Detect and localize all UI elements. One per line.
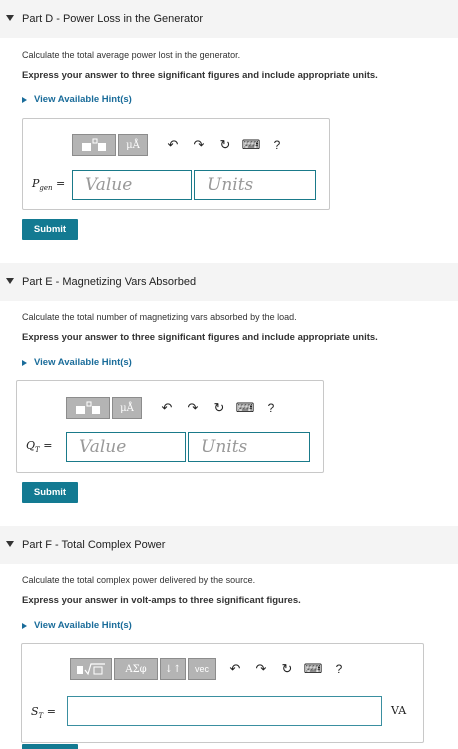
part-f-answer-input[interactable] <box>67 696 382 726</box>
templates-button[interactable] <box>72 134 116 156</box>
greek-symbols-button[interactable]: ΑΣφ <box>114 658 158 680</box>
part-e-instruction: Express your answer to three significant… <box>22 332 378 343</box>
units-symbol-button[interactable]: μÅ <box>112 397 142 419</box>
vector-button[interactable]: vec <box>188 658 216 680</box>
sqrt-templates-button[interactable] <box>70 658 112 680</box>
help-icon[interactable]: ? <box>326 658 352 680</box>
part-e-title: - Magnetizing Vars Absorbed <box>52 276 197 288</box>
part-f-title: - Total Complex Power <box>51 539 166 551</box>
keyboard-icon[interactable]: ⌨ <box>238 134 264 156</box>
part-d-units-input[interactable]: Units <box>194 170 316 200</box>
part-f-answer-box: ΑΣφ ↓↑ vec ↶ ↷ ↻ ⌨ ? ST = VA <box>21 643 424 743</box>
part-d-header[interactable]: Part D - Power Loss in the Generator <box>0 0 458 38</box>
keyboard-icon[interactable]: ⌨ <box>232 397 258 419</box>
part-f-toolbar: ΑΣφ ↓↑ vec ↶ ↷ ↻ ⌨ ? <box>70 658 352 680</box>
part-e-hint-link[interactable]: View Available Hint(s) <box>22 357 132 368</box>
keyboard-icon[interactable]: ⌨ <box>300 658 326 680</box>
units-symbol-button[interactable]: μÅ <box>118 134 148 156</box>
redo-icon[interactable]: ↷ <box>248 658 274 680</box>
reset-icon[interactable]: ↻ <box>212 134 238 156</box>
part-d-submit-button[interactable]: Submit <box>22 219 78 240</box>
part-f-header[interactable]: Part F - Total Complex Power <box>0 526 458 564</box>
part-f-instruction: Express your answer in volt-amps to thre… <box>22 595 301 606</box>
part-e-value-input[interactable]: Value <box>66 432 186 462</box>
part-d-hint-link[interactable]: View Available Hint(s) <box>22 94 132 105</box>
collapse-triangle-icon <box>6 15 14 21</box>
part-e-toolbar: μÅ ↶ ↷ ↻ ⌨ ? <box>66 397 284 419</box>
hint-caret-icon <box>22 96 27 103</box>
part-d-toolbar: μÅ ↶ ↷ ↻ ⌨ ? <box>72 134 290 156</box>
hint-caret-icon <box>22 622 27 629</box>
undo-icon[interactable]: ↶ <box>154 397 180 419</box>
part-d-instruction: Express your answer to three significant… <box>22 70 378 81</box>
part-f-hint-link[interactable]: View Available Hint(s) <box>22 620 132 631</box>
part-d-title: - Power Loss in the Generator <box>53 13 203 25</box>
part-f-unit-label: VA <box>391 704 407 717</box>
reset-icon[interactable]: ↻ <box>274 658 300 680</box>
help-icon[interactable]: ? <box>264 134 290 156</box>
part-d-question: Calculate the total average power lost i… <box>22 50 241 60</box>
part-e-answer-box: μÅ ↶ ↷ ↻ ⌨ ? QT = Value Units <box>16 380 324 473</box>
collapse-triangle-icon <box>6 278 14 284</box>
part-e-units-input[interactable]: Units <box>188 432 310 462</box>
templates-icon <box>76 401 100 414</box>
arrows-button[interactable]: ↓↑ <box>160 658 186 680</box>
help-icon[interactable]: ? <box>258 397 284 419</box>
part-e-header[interactable]: Part E - Magnetizing Vars Absorbed <box>0 263 458 301</box>
part-f-hint-label: View Available Hint(s) <box>34 620 132 631</box>
redo-icon[interactable]: ↷ <box>180 397 206 419</box>
part-e-submit-button[interactable]: Submit <box>22 482 78 503</box>
part-f-label: Part F <box>22 539 52 551</box>
part-e-label: Part E <box>22 276 53 288</box>
q-t-variable: QT = <box>26 439 53 455</box>
templates-icon <box>82 138 106 151</box>
hint-caret-icon <box>22 359 27 366</box>
collapse-triangle-icon <box>6 541 14 547</box>
part-f-question: Calculate the total complex power delive… <box>22 575 256 585</box>
part-d-hint-label: View Available Hint(s) <box>34 94 132 105</box>
reset-icon[interactable]: ↻ <box>206 397 232 419</box>
part-d-answer-box: μÅ ↶ ↷ ↻ ⌨ ? Pgen = Value Units <box>22 118 330 210</box>
sqrt-templates-icon <box>77 663 105 676</box>
p-gen-variable: Pgen = <box>32 177 66 193</box>
part-e-hint-label: View Available Hint(s) <box>34 357 132 368</box>
part-f-submit-button[interactable] <box>22 744 78 749</box>
templates-button[interactable] <box>66 397 110 419</box>
part-d-label: Part D <box>22 13 54 25</box>
part-d-value-input[interactable]: Value <box>72 170 192 200</box>
undo-icon[interactable]: ↶ <box>222 658 248 680</box>
undo-icon[interactable]: ↶ <box>160 134 186 156</box>
s-t-variable: ST = <box>31 705 56 721</box>
redo-icon[interactable]: ↷ <box>186 134 212 156</box>
part-e-question: Calculate the total number of magnetizin… <box>22 312 297 322</box>
